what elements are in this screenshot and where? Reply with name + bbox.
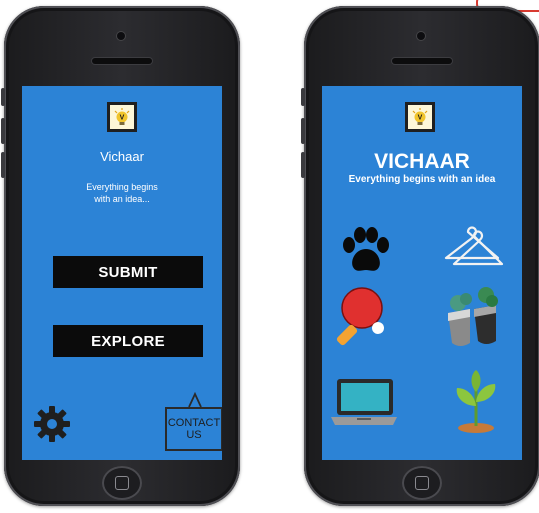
paw-icon <box>343 227 389 271</box>
volume-down-button <box>301 152 305 178</box>
front-camera <box>417 32 425 40</box>
volume-up-button <box>301 118 305 144</box>
settings-button[interactable] <box>32 404 72 444</box>
hanger-icon <box>444 226 504 266</box>
mute-switch <box>301 88 305 106</box>
home-button[interactable] <box>402 466 442 500</box>
sign-hanger-icon <box>188 392 202 408</box>
screen-home: V Vichaar Everything begins with an idea… <box>22 86 222 460</box>
home-square-icon <box>115 476 129 490</box>
laptop-icon <box>331 379 397 425</box>
category-pets[interactable] <box>335 221 395 281</box>
logo-letter: V <box>120 115 125 122</box>
app-logo: V <box>107 102 137 132</box>
lightbulb-icon: V <box>114 108 130 125</box>
category-clothing[interactable] <box>440 216 504 276</box>
logo-letter: V <box>418 115 423 122</box>
app-title: VICHAAR <box>374 150 470 173</box>
explore-button[interactable]: EXPLORE <box>53 325 203 357</box>
contact-label-line2: US <box>186 429 202 441</box>
app-logo: V <box>405 102 435 132</box>
mute-switch <box>1 88 5 106</box>
front-camera <box>117 32 125 40</box>
contact-us-button[interactable]: CONTACT US <box>165 407 222 451</box>
screen-categories: V VICHAAR Everything begins with an idea <box>322 86 522 460</box>
contact-label-line1: CONTACT <box>167 417 221 429</box>
category-sports[interactable] <box>332 286 392 346</box>
gear-icon <box>34 406 70 442</box>
volume-up-button <box>1 118 5 144</box>
earpiece-speaker <box>392 58 452 64</box>
category-nature[interactable] <box>445 366 505 433</box>
home-square-icon <box>415 476 429 490</box>
submit-button[interactable]: SUBMIT <box>53 256 203 288</box>
lightbulb-icon: V <box>412 108 428 125</box>
category-environment[interactable] <box>440 281 500 346</box>
earpiece-speaker <box>92 58 152 64</box>
phone-frame-left: V Vichaar Everything begins with an idea… <box>1 6 240 506</box>
recycle-bins-icon <box>448 287 498 346</box>
tagline: Everything begins with an idea <box>348 174 496 185</box>
app-title: Vichaar <box>100 149 144 164</box>
tagline: Everything begins with an idea... <box>86 182 158 204</box>
phone-frame-right: V VICHAAR Everything begins with an idea <box>301 6 539 506</box>
volume-down-button <box>1 152 5 178</box>
home-button[interactable] <box>102 466 142 500</box>
table-tennis-icon <box>336 287 384 346</box>
plant-icon <box>456 370 496 433</box>
category-technology[interactable] <box>327 371 401 431</box>
